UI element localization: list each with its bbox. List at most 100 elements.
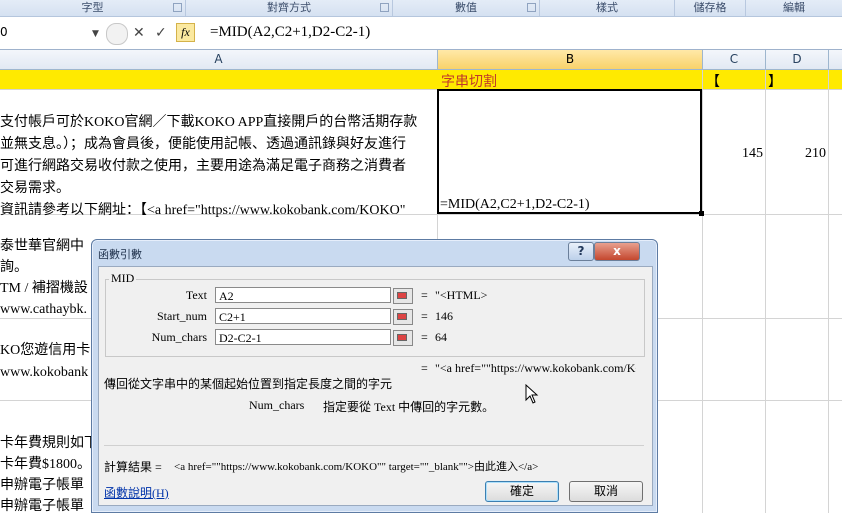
cell-d1[interactable]: 】: [768, 71, 782, 91]
separator: [104, 445, 644, 446]
ribbon-group-bar: 字型 對齊方式 數值 樣式 儲存格 編輯: [0, 0, 842, 17]
cell-a5-line: 申辦電子帳單: [0, 499, 84, 514]
cell-a2-line: 並無支息。）；成為會員後，便能使用記帳、透過通訊錄與好友進行: [0, 137, 406, 152]
cell-a3[interactable]: 泰世華官網中 詢。 TM / 補摺機設 www.cathaybk.: [0, 236, 88, 320]
dialog-launcher-icon[interactable]: [380, 3, 389, 12]
column-header-d[interactable]: D: [766, 50, 829, 70]
close-button[interactable]: x: [594, 242, 640, 261]
cell-a2-line: 可進行網路交易收付款之使用，主要用途為滿足電子商務之消費者: [0, 159, 406, 174]
cell-b1[interactable]: 字串切割: [441, 71, 497, 91]
ribbon-group-cells: 儲存格: [675, 0, 746, 16]
arg-equals: =: [421, 309, 428, 323]
column-header-a-label: A: [214, 52, 223, 66]
enter-entry-icon[interactable]: ✓: [155, 23, 167, 43]
cell-d2[interactable]: 210: [805, 146, 826, 162]
arg-result-num-chars: 64: [435, 330, 447, 344]
dialog-launcher-icon[interactable]: [173, 3, 182, 12]
cell-a5-line: 卡年費規則如下: [0, 436, 98, 451]
help-icon: ?: [577, 244, 585, 258]
cell-c2[interactable]: 145: [742, 146, 763, 162]
cell-a5[interactable]: 卡年費規則如下 卡年費$1800。 申辦電子帳單 申辦電子帳單: [0, 433, 98, 517]
name-box[interactable]: 0: [0, 22, 100, 42]
ribbon-group-styles: 樣式: [540, 0, 675, 16]
column-header-c[interactable]: C: [703, 50, 766, 70]
column-header-d-label: D: [792, 52, 802, 66]
dialog-launcher-icon[interactable]: [527, 3, 536, 12]
column-header-c-label: C: [729, 52, 739, 66]
insert-function-label: fx: [181, 25, 190, 39]
arg-label-text: Text: [185, 288, 207, 302]
collapse-dialog-icon[interactable]: [393, 288, 413, 304]
ribbon-group-font-label: 字型: [81, 1, 104, 14]
name-box-dropdown-icon[interactable]: ▼: [92, 24, 99, 44]
calc-result-value: <a href=""https://www.kokobank.com/KOKO"…: [174, 461, 539, 473]
arg-equals: =: [421, 288, 428, 302]
ribbon-group-alignment-label: 對齊方式: [267, 1, 311, 14]
collapse-dialog-icon[interactable]: [393, 330, 413, 346]
grid-line: [702, 70, 703, 513]
cell-c1[interactable]: 【: [706, 71, 720, 91]
cell-b2-active[interactable]: [437, 89, 702, 214]
cell-a3-line: www.cathaybk.: [0, 302, 87, 317]
cell-a3-line: 詢。: [0, 260, 28, 275]
ribbon-group-styles-label: 樣式: [596, 1, 618, 14]
arg-input-start-num[interactable]: C2+1: [215, 308, 391, 324]
column-header-b[interactable]: B: [438, 50, 703, 70]
cell-a5-line: 申辦電子帳單: [0, 478, 84, 493]
overall-result: "<a href=""https://www.kokobank.com/KC: [435, 361, 636, 375]
cell-b2: =MID(A2,C2+1,D2-C2-1): [440, 197, 590, 212]
help-title-button[interactable]: ?: [568, 242, 594, 261]
collapse-dialog-icon[interactable]: [393, 309, 413, 325]
cell-a3-line: TM / 補摺機設: [0, 281, 88, 296]
ok-button[interactable]: 確定: [485, 481, 559, 502]
column-header-a[interactable]: A: [0, 50, 438, 70]
insert-function-icon[interactable]: fx: [176, 23, 195, 42]
arg-result-start-num: 146: [435, 309, 453, 323]
cell-a2-line: 交易需求。: [0, 181, 70, 196]
ribbon-group-cells-label: 儲存格: [693, 1, 727, 14]
ribbon-group-font: 字型: [0, 0, 186, 16]
column-header-e[interactable]: [829, 50, 842, 70]
arg-help-name: Num_chars: [249, 398, 305, 412]
function-help-link[interactable]: 函數說明(H): [104, 484, 169, 501]
function-description: 傳回從文字串中的某個起始位置到指定長度之間的字元: [104, 377, 393, 391]
cell-a2[interactable]: 支付帳戶可於KOKO官網／下載KOKO APP直接開戶的台幣活期存款 並無支息。…: [0, 112, 437, 222]
grid-line: [0, 89, 842, 90]
grid-line: [828, 70, 829, 513]
cell-a1[interactable]: [0, 70, 437, 89]
arg-input-num-chars[interactable]: D2-C2-1: [215, 329, 391, 345]
cell-a3-line: 泰世華官網中: [0, 239, 84, 254]
formula-text[interactable]: =MID(A2,C2+1,D2-C2-1): [210, 24, 370, 41]
calc-result-label: 計算結果 =: [104, 460, 162, 474]
function-name: MID: [109, 271, 137, 286]
overall-equals: =: [421, 361, 428, 375]
ribbon-group-alignment: 對齊方式: [186, 0, 393, 16]
cell-a4-line: KO您遊信用卡: [0, 343, 91, 358]
arg-label-num-chars: Num_chars: [151, 330, 207, 344]
cell-a2-line: 資訊請參考以下網址：【<a href="https://www.kokobank…: [0, 203, 406, 218]
arg-help-text: 指定要從 Text 中傳回的字元數。: [323, 400, 495, 414]
arg-result-text: "<HTML>: [435, 288, 488, 302]
ribbon-group-editing-label: 編輯: [783, 1, 805, 14]
cell-a5-line: 卡年費$1800。: [0, 457, 91, 472]
cell-a4-line: www.kokobank: [0, 365, 89, 380]
ribbon-group-number: 數值: [393, 0, 540, 16]
grid-line: [765, 70, 766, 513]
function-arguments-dialog: 函數引數 ? x MID Text A2 = "<HTML> Start_num…: [91, 239, 658, 513]
cancel-entry-icon[interactable]: ✕: [133, 23, 145, 43]
close-icon: x: [613, 244, 621, 258]
ribbon-group-editing: 編輯: [746, 0, 842, 16]
arg-input-text[interactable]: A2: [215, 287, 391, 303]
fill-handle[interactable]: [699, 211, 704, 216]
arg-equals: =: [421, 330, 428, 344]
dialog-body: MID Text A2 = "<HTML> Start_num C2+1 = 1…: [98, 266, 653, 506]
column-header-b-label: B: [565, 52, 575, 66]
cell-a2-line: 支付帳戶可於KOKO官網／下載KOKO APP直接開戶的台幣活期存款: [0, 115, 418, 130]
name-box-value: 0: [0, 25, 8, 39]
dialog-title: 函數引數: [98, 248, 142, 261]
mouse-pointer-icon: [525, 384, 539, 404]
cell-a4[interactable]: KO您遊信用卡 www.kokobank: [0, 340, 90, 384]
cancel-button[interactable]: 取消: [569, 481, 643, 502]
ribbon-group-number-label: 數值: [455, 1, 477, 14]
formula-bar-separator-icon: [106, 23, 128, 45]
